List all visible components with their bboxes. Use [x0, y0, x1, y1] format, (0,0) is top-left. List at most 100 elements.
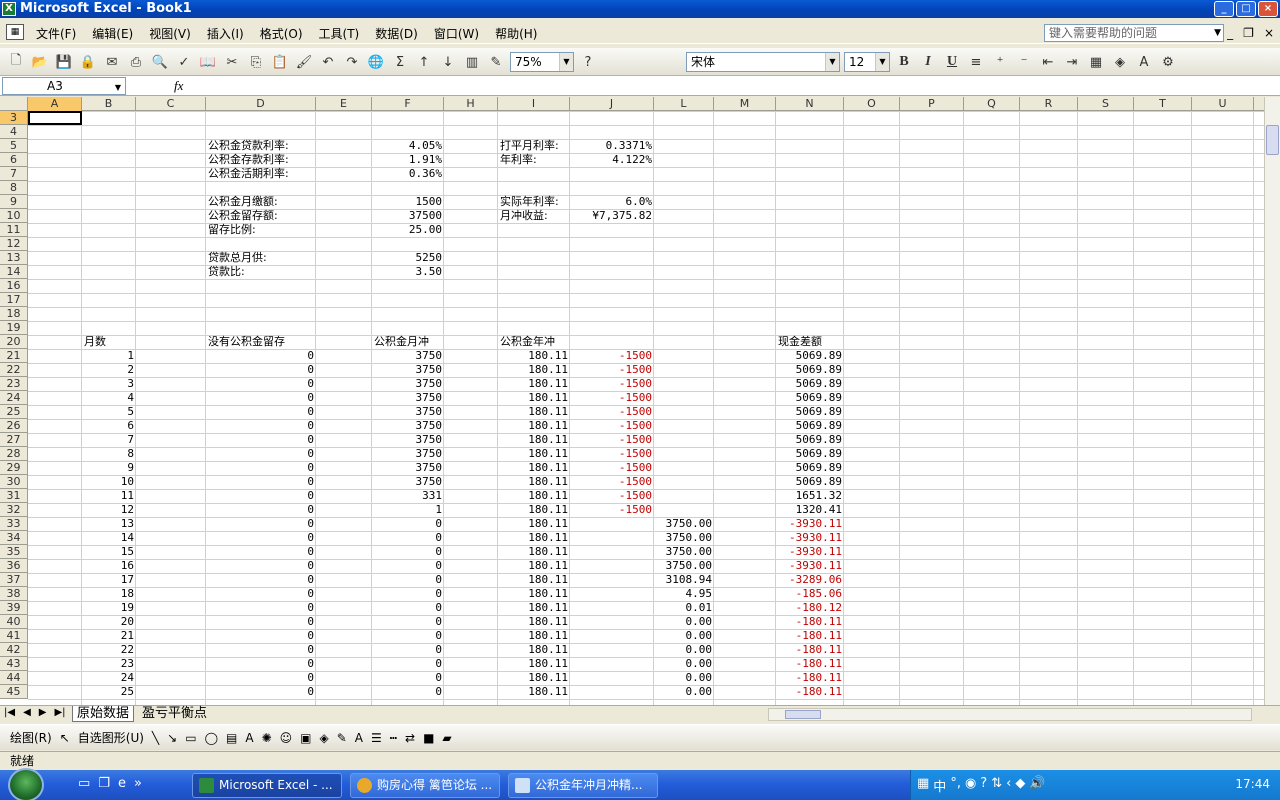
row-header[interactable]: 40: [0, 615, 28, 629]
yearly-offset-cell[interactable]: 180.11: [498, 601, 570, 615]
doc-close-button[interactable]: ×: [1264, 26, 1274, 40]
monthly-offset-cell[interactable]: 0: [372, 643, 444, 657]
fill-color-icon[interactable]: ◈: [319, 731, 328, 745]
monthly-offset-cell[interactable]: 3750: [372, 475, 444, 489]
expand-tray-icon[interactable]: ‹: [1006, 776, 1011, 795]
cash-diff-cell[interactable]: -180.12: [776, 601, 844, 615]
no-fund-cell[interactable]: 0: [206, 531, 316, 545]
l-cell[interactable]: 3750.00: [654, 559, 714, 573]
help-search-input[interactable]: 键入需要帮助的问题 ▼: [1044, 24, 1224, 42]
row-header[interactable]: 36: [0, 559, 28, 573]
tray-app-icon[interactable]: ◆: [1015, 776, 1025, 795]
yearly-offset-cell[interactable]: 180.11: [498, 685, 570, 699]
more-icon[interactable]: »: [134, 776, 142, 791]
l-cell[interactable]: 3750.00: [654, 531, 714, 545]
cash-diff-cell[interactable]: -3930.11: [776, 545, 844, 559]
j-cell[interactable]: -1500: [570, 391, 654, 405]
monthly-offset-cell[interactable]: 0: [372, 517, 444, 531]
no-fund-cell[interactable]: 0: [206, 671, 316, 685]
format-painter-icon[interactable]: 🖌: [294, 52, 314, 72]
row-header[interactable]: 6: [0, 153, 28, 167]
no-fund-cell[interactable]: 0: [206, 377, 316, 391]
volume-icon[interactable]: 🔊: [1029, 776, 1045, 795]
month-cell[interactable]: 7: [82, 433, 136, 447]
month-cell[interactable]: 12: [82, 503, 136, 517]
vertical-scroll-thumb[interactable]: [1266, 125, 1279, 155]
cash-diff-cell[interactable]: 5069.89: [776, 461, 844, 475]
month-cell[interactable]: 14: [82, 531, 136, 545]
row-header[interactable]: 35: [0, 545, 28, 559]
menu-item[interactable]: 视图(V): [149, 25, 191, 42]
l-cell[interactable]: 0.00: [654, 629, 714, 643]
row-header[interactable]: 29: [0, 461, 28, 475]
column-header[interactable]: L: [654, 97, 714, 111]
month-cell[interactable]: 22: [82, 643, 136, 657]
month-cell[interactable]: 18: [82, 587, 136, 601]
month-cell[interactable]: 10: [82, 475, 136, 489]
last-sheet-icon[interactable]: ▶|: [54, 707, 65, 718]
j-cell[interactable]: -1500: [570, 475, 654, 489]
ime-bar-icon[interactable]: ▦: [917, 776, 929, 795]
no-fund-cell[interactable]: 0: [206, 475, 316, 489]
ime-icon[interactable]: 中: [933, 776, 946, 795]
picture-icon[interactable]: ▣: [300, 731, 311, 745]
monthly-offset-cell[interactable]: 0: [372, 657, 444, 671]
monthly-offset-cell[interactable]: 3750: [372, 447, 444, 461]
no-fund-cell[interactable]: 0: [206, 447, 316, 461]
arrow-style-icon[interactable]: ⇄: [405, 731, 415, 745]
chevron-down-icon[interactable]: ▼: [875, 53, 889, 71]
j-cell[interactable]: -1500: [570, 447, 654, 461]
network-icon[interactable]: ⇅: [991, 776, 1002, 795]
permission-icon[interactable]: 🔒: [78, 52, 98, 72]
cash-diff-cell[interactable]: -180.11: [776, 657, 844, 671]
month-cell[interactable]: 16: [82, 559, 136, 573]
no-fund-cell[interactable]: 0: [206, 503, 316, 517]
row-header[interactable]: 22: [0, 363, 28, 377]
row-header[interactable]: 8: [0, 181, 28, 195]
month-cell[interactable]: 4: [82, 391, 136, 405]
yearly-offset-cell[interactable]: 180.11: [498, 545, 570, 559]
param-value[interactable]: 6.0%: [570, 195, 654, 209]
monthly-offset-cell[interactable]: 3750: [372, 349, 444, 363]
line-style-icon[interactable]: ☰: [371, 731, 382, 745]
monthly-offset-cell[interactable]: 3750: [372, 363, 444, 377]
row-header[interactable]: 3: [0, 111, 28, 125]
l-cell[interactable]: 0.00: [654, 671, 714, 685]
wordart-icon[interactable]: A: [245, 731, 253, 745]
row-header[interactable]: 16: [0, 279, 28, 293]
yearly-offset-cell[interactable]: 180.11: [498, 503, 570, 517]
param-label[interactable]: 留存比例:: [206, 223, 366, 237]
no-fund-cell[interactable]: 0: [206, 587, 316, 601]
monthly-offset-cell[interactable]: 0: [372, 545, 444, 559]
minimize-button[interactable]: _: [1214, 1, 1234, 17]
yearly-offset-cell[interactable]: 180.11: [498, 587, 570, 601]
fill-color-icon[interactable]: ◈: [1110, 52, 1130, 72]
cash-diff-cell[interactable]: -180.11: [776, 685, 844, 699]
cash-diff-cell[interactable]: -3289.06: [776, 573, 844, 587]
monthly-offset-cell[interactable]: 3750: [372, 377, 444, 391]
chart-wizard-icon[interactable]: ▥: [462, 52, 482, 72]
increase-decimal-icon[interactable]: ⁺: [990, 52, 1010, 72]
sort-descending-icon[interactable]: ↓: [438, 52, 458, 72]
row-header[interactable]: 17: [0, 293, 28, 307]
textbox-icon[interactable]: ▤: [226, 731, 237, 745]
hyperlink-icon[interactable]: 🌐: [366, 52, 386, 72]
menu-item[interactable]: 文件(F): [36, 25, 76, 42]
l-cell[interactable]: 0.01: [654, 601, 714, 615]
column-header[interactable]: F: [372, 97, 444, 111]
sort-ascending-icon[interactable]: ↑: [414, 52, 434, 72]
column-header[interactable]: D: [206, 97, 316, 111]
select-objects-icon[interactable]: ↖: [60, 731, 70, 745]
yearly-offset-cell[interactable]: 180.11: [498, 531, 570, 545]
yearly-offset-cell[interactable]: 180.11: [498, 391, 570, 405]
row-header[interactable]: 18: [0, 307, 28, 321]
l-cell[interactable]: 0.00: [654, 685, 714, 699]
row-header[interactable]: 27: [0, 433, 28, 447]
research-icon[interactable]: 📖: [198, 52, 218, 72]
column-header[interactable]: J: [570, 97, 654, 111]
insert-function-icon[interactable]: fx: [174, 78, 183, 94]
monthly-offset-cell[interactable]: 0: [372, 559, 444, 573]
param-value[interactable]: 0.3371%: [570, 139, 654, 153]
row-header[interactable]: 5: [0, 139, 28, 153]
punctuation-icon[interactable]: °,: [950, 776, 961, 795]
